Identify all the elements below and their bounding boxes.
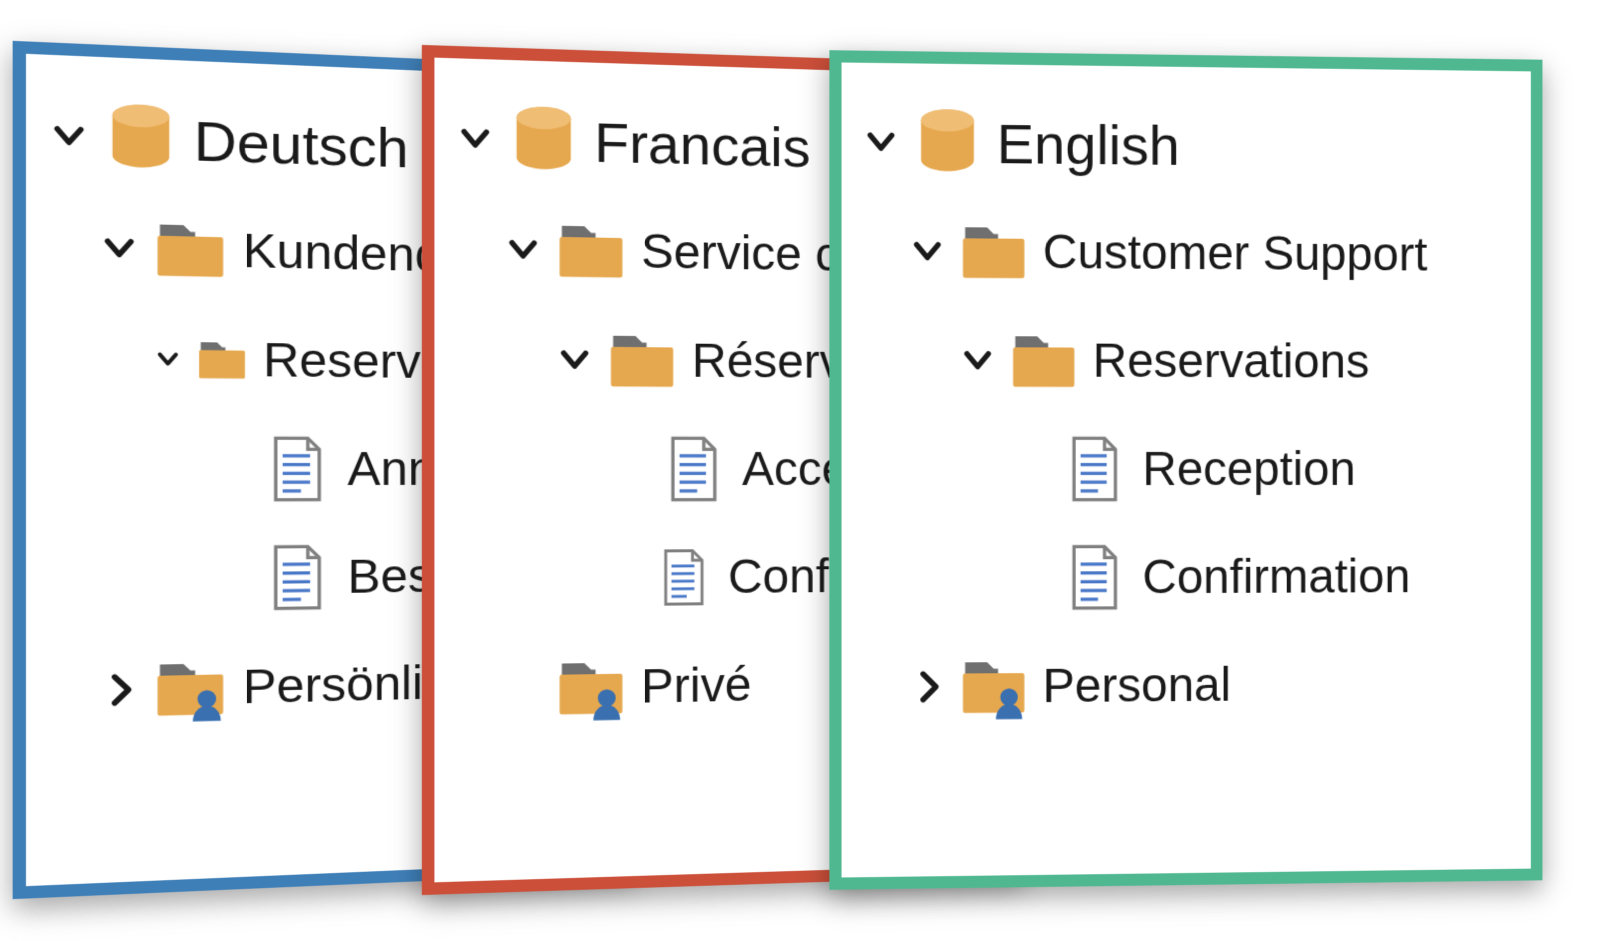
document-icon [260, 542, 333, 613]
chevron-down-icon[interactable] [155, 347, 181, 372]
document-icon [657, 434, 728, 504]
tree-label: Reception [1142, 441, 1355, 496]
pane-english: English Customer Support Reservations Re… [829, 50, 1542, 890]
chevron-down-icon[interactable] [961, 343, 995, 377]
database-icon [103, 101, 179, 175]
tree-item-root[interactable]: English [860, 87, 1514, 202]
document-icon [260, 434, 333, 505]
folder-icon [606, 325, 677, 396]
personal-folder-icon [153, 652, 228, 725]
chevron-right-icon[interactable] [910, 670, 944, 705]
chevron-down-icon[interactable] [505, 232, 540, 267]
document-icon [1059, 542, 1129, 612]
chevron-down-icon[interactable] [101, 230, 138, 266]
chevron-down-icon[interactable] [864, 124, 898, 159]
database-icon [508, 104, 580, 177]
folder-icon [1009, 325, 1079, 396]
tree-item-doc[interactable]: Reception [860, 414, 1514, 523]
tree-label: Privé [641, 657, 751, 714]
tree-item-folder[interactable]: Reservations [860, 305, 1514, 415]
folder-icon [959, 216, 1029, 287]
folder-icon [153, 213, 228, 286]
tree-label: Francais [594, 109, 810, 180]
personal-folder-icon [959, 651, 1029, 722]
chevron-down-icon[interactable] [557, 342, 592, 377]
chevron-down-icon[interactable] [457, 121, 492, 157]
folder-icon [196, 324, 248, 395]
database-icon [912, 107, 982, 178]
tree-label: Personal [1043, 657, 1231, 713]
tree-item-folder[interactable]: Customer Support [860, 196, 1514, 309]
stage: Deutsch Kundendienst Reservierungen Anna… [0, 0, 1600, 941]
chevron-right-icon[interactable] [101, 672, 138, 708]
tree-label: English [997, 110, 1180, 177]
tree-label: Deutsch [194, 107, 409, 180]
personal-folder-icon [555, 651, 627, 723]
document-icon [1059, 434, 1129, 504]
tree-item-personal-folder[interactable]: Personal [860, 629, 1514, 742]
chevron-down-icon[interactable] [50, 118, 87, 154]
tree-item-doc[interactable]: Confirmation [860, 522, 1514, 632]
folder-icon [555, 215, 627, 287]
tree-label: Reservations [1093, 333, 1370, 389]
tree-label: Confirmation [1142, 549, 1410, 605]
tree-label: Customer Support [1043, 224, 1428, 282]
spacer [505, 688, 540, 689]
chevron-down-icon[interactable] [910, 234, 944, 269]
document-icon [653, 542, 714, 613]
